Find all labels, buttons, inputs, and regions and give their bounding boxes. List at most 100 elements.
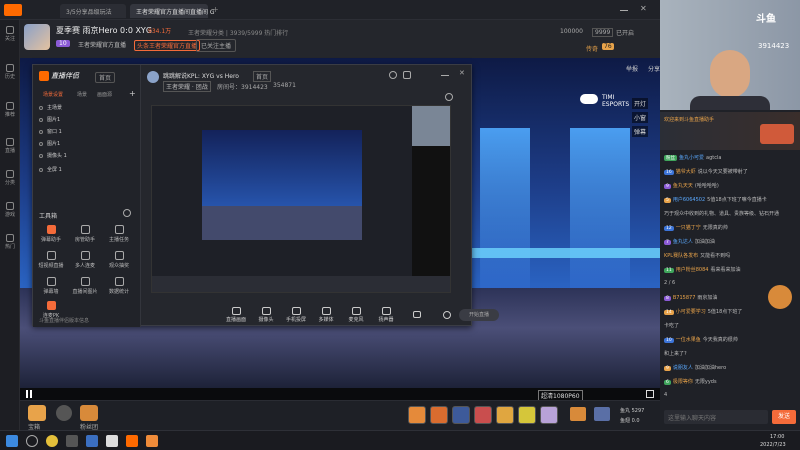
chat-username[interactable]: 一位水果鱼 bbox=[676, 337, 701, 343]
douyu-logo-icon[interactable] bbox=[4, 4, 22, 16]
settings-gear-icon[interactable] bbox=[443, 311, 451, 319]
control-microphone[interactable]: 麦克风 bbox=[345, 307, 367, 323]
room-tag-2[interactable]: 头条王者荣耀官方直播 bbox=[134, 40, 201, 51]
tool-danmaku-wall[interactable]: 弹幕墙 bbox=[37, 277, 65, 295]
chat-username[interactable]: 说朋友人 bbox=[673, 365, 693, 371]
tab-scene-settings[interactable]: 场景设置 bbox=[43, 91, 63, 98]
chat-username[interactable]: 用户6064502 bbox=[673, 197, 705, 203]
gift-rocket[interactable] bbox=[408, 406, 426, 424]
scene-item[interactable]: 全屏 1 bbox=[39, 165, 135, 176]
pause-icon[interactable] bbox=[26, 390, 32, 398]
chat-username[interactable]: 用户粉丝8084 bbox=[676, 267, 709, 273]
fullscreen-icon[interactable] bbox=[646, 390, 654, 398]
tool-room-admin[interactable]: 房管助手 bbox=[71, 225, 99, 243]
scene-item[interactable]: 主场景 bbox=[39, 103, 135, 114]
message-icon[interactable] bbox=[403, 71, 411, 79]
start-live-button[interactable]: 开始直播 bbox=[459, 309, 499, 321]
tool-statistics[interactable]: 数据统计 bbox=[105, 277, 133, 295]
side-item-danmaku[interactable]: 弹幕 bbox=[632, 126, 649, 137]
tool-multi-mic[interactable]: 多人连麦 bbox=[71, 251, 99, 269]
anchor-avatar[interactable] bbox=[24, 24, 50, 50]
add-source-button[interactable]: + bbox=[129, 89, 136, 98]
scene-item[interactable]: 图片1 bbox=[39, 139, 135, 150]
companion-badge[interactable]: 首页 bbox=[95, 72, 116, 83]
control-screen-capture[interactable]: 直播画面 bbox=[225, 307, 247, 323]
gift-card[interactable] bbox=[474, 406, 492, 424]
tool-short-video[interactable]: 短视频直播 bbox=[37, 251, 65, 269]
minimize-icon[interactable] bbox=[441, 75, 449, 76]
control-media[interactable]: 多媒体 bbox=[315, 307, 337, 323]
preview-canvas[interactable] bbox=[151, 105, 451, 293]
close-icon[interactable]: ✕ bbox=[459, 69, 465, 77]
tab-source[interactable]: 画面源 bbox=[97, 91, 112, 98]
side-item-mini[interactable]: 小窗 bbox=[632, 112, 649, 123]
stream-tag[interactable]: 首页 bbox=[253, 71, 272, 82]
version-info[interactable]: 斗鱼直播伴侣版本信息 bbox=[39, 317, 89, 324]
chat-username[interactable]: B715877 bbox=[673, 295, 696, 301]
nav-item-follow[interactable]: 关注 bbox=[0, 26, 20, 42]
toolbox-collapse-icon[interactable] bbox=[123, 209, 131, 217]
scene-item[interactable]: 图片1 bbox=[39, 115, 135, 126]
eye-icon[interactable] bbox=[39, 153, 43, 158]
gift-plane[interactable] bbox=[452, 406, 470, 424]
report-link[interactable]: 举报 bbox=[626, 64, 638, 73]
nav-item-live[interactable]: 直播 bbox=[0, 138, 20, 154]
chat-username[interactable]: 鱼丸达人 bbox=[673, 239, 693, 245]
scene-item[interactable]: 摄像头 1 bbox=[39, 151, 135, 162]
tool-anchor-task[interactable]: 主播任务 bbox=[105, 225, 133, 243]
room-tag-1[interactable]: 王者荣耀官方直播 bbox=[78, 40, 126, 49]
douyu-companion-icon[interactable] bbox=[146, 435, 158, 447]
nav-item-hot[interactable]: 热门 bbox=[0, 234, 20, 250]
tool-lottery[interactable]: 观众抽奖 bbox=[105, 251, 133, 269]
chat-username[interactable]: 极限等你 bbox=[673, 379, 693, 385]
eye-icon[interactable] bbox=[39, 105, 43, 110]
record-icon[interactable] bbox=[413, 311, 421, 318]
browser-tab-1[interactable]: 3/5分享品级玩法 bbox=[60, 4, 126, 18]
nav-item-category[interactable]: 分类 bbox=[0, 170, 20, 186]
chat-username[interactable]: KPL赛队各发布 bbox=[664, 253, 698, 259]
minimize-icon[interactable] bbox=[620, 10, 628, 11]
tool-room-image[interactable]: 直播间图片 bbox=[71, 277, 99, 295]
send-button[interactable]: 发送 bbox=[772, 410, 796, 424]
windows-start-icon[interactable] bbox=[6, 435, 18, 447]
control-phone-cast[interactable]: 手机投屏 bbox=[285, 307, 307, 323]
gift-super-rocket[interactable] bbox=[430, 406, 448, 424]
share-link[interactable]: 分享 bbox=[648, 64, 660, 73]
app-icon[interactable] bbox=[106, 435, 118, 447]
app-icon[interactable] bbox=[66, 435, 78, 447]
chat-username[interactable]: 猫爷大虾 bbox=[676, 169, 696, 175]
avatar[interactable] bbox=[147, 71, 159, 83]
close-icon[interactable]: ✕ bbox=[640, 4, 647, 13]
eye-icon[interactable] bbox=[39, 167, 43, 172]
app-icon[interactable] bbox=[86, 435, 98, 447]
new-tab-button[interactable]: + bbox=[212, 5, 219, 14]
chrome-icon[interactable] bbox=[46, 435, 58, 447]
control-speaker[interactable]: 扬声器 bbox=[375, 307, 397, 323]
scene-item[interactable]: 窗口 1 bbox=[39, 127, 135, 138]
chat-username[interactable]: 鱼丸小可爱 bbox=[679, 155, 704, 161]
fan-club-icon[interactable] bbox=[80, 405, 98, 421]
chat-username[interactable]: 鱼丸天天 bbox=[673, 183, 693, 189]
tab-scene[interactable]: 场景 bbox=[77, 91, 87, 98]
gift-danmaku[interactable] bbox=[540, 406, 558, 424]
eye-icon[interactable] bbox=[39, 141, 43, 146]
chat-username[interactable]: 一只猫丁宁 bbox=[676, 225, 701, 231]
chat-username[interactable]: 小可爱要学习 bbox=[676, 309, 706, 315]
follow-button[interactable]: 已关注主播 bbox=[196, 39, 237, 52]
room-category-chip[interactable]: 王者荣耀 · 团战 bbox=[163, 81, 211, 92]
eye-icon[interactable] bbox=[39, 129, 43, 134]
nav-item-recommend[interactable]: 推荐 bbox=[0, 102, 20, 118]
subscribe-toggle[interactable]: 已开启 bbox=[616, 28, 634, 37]
gift-glowstick[interactable] bbox=[518, 406, 536, 424]
gift-chest-icon[interactable] bbox=[570, 407, 586, 421]
douyu-app-icon[interactable] bbox=[126, 435, 138, 447]
gift-pack-icon[interactable] bbox=[594, 407, 610, 421]
nav-item-game[interactable]: 游戏 bbox=[0, 202, 20, 218]
tool-danmaku-helper[interactable]: 弹幕助手 bbox=[37, 225, 65, 243]
control-camera[interactable]: 摄像头 bbox=[255, 307, 277, 323]
eye-icon[interactable] bbox=[39, 117, 43, 122]
treasure-box-icon[interactable] bbox=[28, 405, 46, 421]
fish-ball-icon[interactable] bbox=[56, 405, 72, 421]
side-item-light[interactable]: 开灯 bbox=[632, 98, 649, 109]
chat-input[interactable]: 这里输入聊天内容 bbox=[664, 410, 768, 424]
